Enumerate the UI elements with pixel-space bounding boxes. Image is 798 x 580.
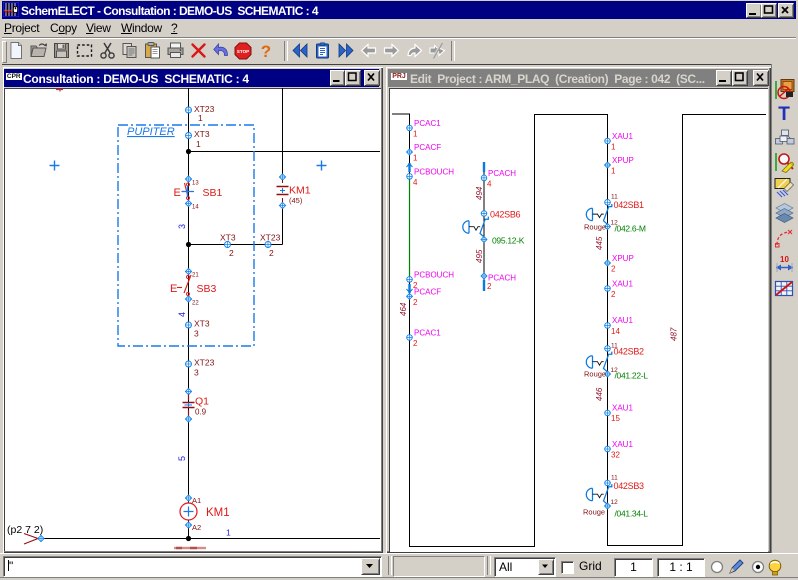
- svg-text:3: 3: [177, 224, 187, 229]
- svg-text:3: 3: [194, 368, 199, 378]
- svg-text:464: 464: [399, 302, 408, 316]
- svg-text:2: 2: [229, 248, 234, 258]
- svg-text:XAU1: XAU1: [612, 280, 633, 289]
- svg-text:13: 13: [192, 181, 199, 187]
- svg-text:PUPITER: PUPITER: [127, 126, 175, 138]
- svg-text:XT3: XT3: [194, 319, 210, 329]
- svg-text:XT3: XT3: [220, 233, 236, 243]
- svg-text:XAU1: XAU1: [612, 132, 633, 141]
- svg-text:Rouge: Rouge: [584, 370, 606, 379]
- svg-text:/041.34-L: /041.34-L: [615, 509, 649, 519]
- svg-text:5: 5: [177, 456, 187, 461]
- svg-text:2: 2: [611, 290, 616, 299]
- svg-text:4: 4: [413, 178, 418, 187]
- svg-text:XAU1: XAU1: [612, 404, 633, 413]
- svg-text:22: 22: [192, 301, 199, 307]
- svg-text:PCBOUCH: PCBOUCH: [414, 271, 454, 280]
- svg-text:A2: A2: [192, 523, 201, 532]
- svg-text:Rouge: Rouge: [584, 223, 606, 232]
- svg-text:32: 32: [611, 451, 620, 460]
- svg-text:T: T: [778, 104, 790, 125]
- svg-text:STOP: STOP: [237, 49, 249, 54]
- svg-text:3: 3: [194, 329, 199, 339]
- svg-text:E: E: [174, 187, 181, 199]
- svg-text:4: 4: [177, 312, 187, 317]
- svg-text:PCACH: PCACH: [488, 169, 516, 178]
- svg-text:1: 1: [198, 113, 203, 123]
- svg-text:446: 446: [595, 387, 604, 401]
- svg-text:(45): (45): [289, 196, 303, 205]
- svg-text:2: 2: [269, 248, 274, 258]
- svg-text:PCACH: PCACH: [488, 274, 516, 283]
- svg-text:XT23: XT23: [260, 233, 281, 243]
- svg-text:2: 2: [611, 265, 616, 274]
- svg-text:XT3: XT3: [194, 129, 210, 139]
- svg-text:/041.22-L: /041.22-L: [615, 371, 649, 381]
- svg-text:2: 2: [413, 339, 418, 348]
- svg-text:PCACF: PCACF: [414, 288, 441, 297]
- svg-text:1: 1: [196, 139, 201, 149]
- svg-text:095.12-K: 095.12-K: [492, 236, 525, 246]
- svg-text:PCAC1: PCAC1: [414, 329, 441, 338]
- svg-text:10: 10: [780, 255, 789, 264]
- svg-text:PCAC1: PCAC1: [414, 119, 441, 128]
- svg-text:1: 1: [611, 143, 616, 152]
- svg-text:SB3: SB3: [197, 283, 217, 295]
- svg-text:1: 1: [611, 167, 616, 176]
- svg-text:XAU1: XAU1: [612, 440, 633, 449]
- svg-text:445: 445: [595, 236, 604, 250]
- svg-text:XPUP: XPUP: [612, 156, 634, 165]
- svg-text:2: 2: [413, 298, 418, 307]
- svg-text:E: E: [170, 283, 177, 295]
- svg-text:KM1: KM1: [289, 185, 311, 197]
- svg-text:SB1: SB1: [203, 187, 223, 199]
- svg-text:1: 1: [226, 528, 231, 538]
- svg-text:494: 494: [475, 186, 484, 200]
- svg-text:042SB6: 042SB6: [490, 210, 521, 220]
- svg-text:12: 12: [611, 499, 619, 506]
- svg-text:Rouge: Rouge: [583, 508, 605, 517]
- svg-text:495: 495: [475, 249, 484, 263]
- svg-text:487: 487: [670, 327, 679, 341]
- svg-text:042SB1: 042SB1: [614, 200, 645, 210]
- svg-text:042SB2: 042SB2: [614, 347, 645, 357]
- svg-text:XPUP: XPUP: [612, 254, 634, 263]
- svg-text:1: 1: [413, 130, 418, 139]
- svg-text:KM1: KM1: [206, 507, 230, 519]
- svg-text:PCACF: PCACF: [414, 143, 441, 152]
- svg-text:A1: A1: [192, 496, 201, 505]
- svg-text:Q1: Q1: [195, 396, 209, 408]
- svg-text:14: 14: [192, 205, 199, 211]
- svg-text:/042.6-M: /042.6-M: [615, 224, 646, 234]
- svg-text:?: ?: [261, 42, 271, 61]
- svg-text:2: 2: [487, 282, 492, 291]
- svg-text:PCBOUCH: PCBOUCH: [414, 168, 454, 177]
- svg-text:4: 4: [487, 180, 492, 189]
- svg-text:21: 21: [192, 273, 199, 279]
- svg-text:XT23: XT23: [194, 358, 215, 368]
- svg-text:14: 14: [611, 327, 620, 336]
- svg-text:1: 1: [413, 154, 418, 163]
- svg-text:15: 15: [611, 414, 620, 423]
- svg-text:042SB3: 042SB3: [614, 481, 645, 491]
- svg-text:0.9: 0.9: [195, 408, 207, 417]
- svg-text:XAU1: XAU1: [612, 316, 633, 325]
